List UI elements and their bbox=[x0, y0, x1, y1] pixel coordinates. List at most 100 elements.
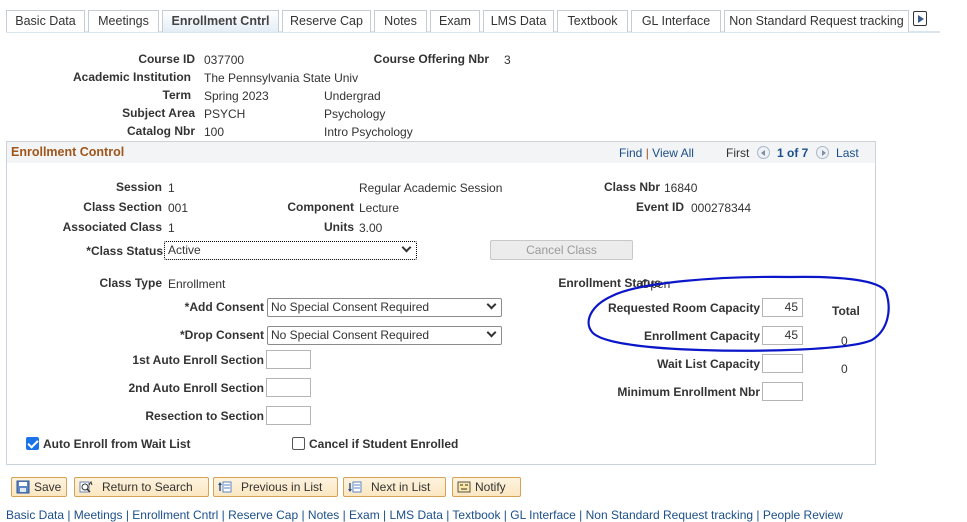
enrollment-status-value: Open bbox=[641, 277, 671, 291]
cancel-if-enrolled-label: Cancel if Student Enrolled bbox=[309, 437, 459, 451]
tab-gl-interface[interactable]: GL Interface bbox=[631, 10, 721, 32]
auto-enroll-2-input[interactable] bbox=[266, 378, 311, 397]
row-position: 1 of 7 bbox=[777, 146, 809, 160]
event-id-label: Event ID bbox=[635, 200, 684, 214]
previous-in-list-button[interactable]: Previous in List bbox=[213, 477, 338, 497]
previous-row-icon[interactable] bbox=[756, 146, 770, 159]
class-status-select[interactable]: Active bbox=[164, 241, 417, 260]
section-title: Enrollment Control bbox=[11, 145, 125, 159]
institution-value: The Pennsylvania State Univ bbox=[204, 71, 359, 85]
checkbox-unchecked-icon[interactable] bbox=[292, 437, 305, 450]
catalog-desc: Intro Psychology bbox=[324, 125, 413, 139]
chevron-down-icon bbox=[486, 327, 497, 338]
return-to-search-button[interactable]: Return to Search bbox=[74, 477, 209, 497]
wait-list-total: 0 bbox=[841, 362, 848, 376]
component-value: Lecture bbox=[359, 201, 400, 215]
class-type-label: Class Type bbox=[99, 276, 162, 290]
class-type-value: Enrollment bbox=[168, 277, 226, 291]
tab-bar: Basic Data Meetings Enrollment Cntrl Res… bbox=[6, 10, 940, 33]
auto-enroll-wait-list-checkbox[interactable]: Auto Enroll from Wait List bbox=[26, 437, 191, 451]
tab-enrollment-cntrl[interactable]: Enrollment Cntrl bbox=[162, 10, 279, 32]
tab-scroll-right-icon[interactable] bbox=[913, 11, 927, 26]
auto-enroll-wait-list-label: Auto Enroll from Wait List bbox=[43, 437, 191, 451]
tab-textbook[interactable]: Textbook bbox=[557, 10, 628, 32]
total-label: Total bbox=[832, 304, 860, 318]
career-value: Undergrad bbox=[324, 89, 381, 103]
event-id-value: 000278344 bbox=[691, 201, 752, 215]
cancel-class-button[interactable]: Cancel Class bbox=[490, 240, 633, 260]
subject-area-value: PSYCH bbox=[204, 107, 246, 121]
class-section-label: Class Section bbox=[83, 200, 162, 214]
course-id-label: Course ID bbox=[138, 52, 195, 66]
enrollment-capacity-input[interactable]: 45 bbox=[762, 326, 803, 345]
notify-label: Notify bbox=[475, 480, 506, 494]
enrollment-capacity-label: Enrollment Capacity bbox=[643, 329, 760, 343]
auto-enroll-1-label: 1st Auto Enroll Section bbox=[132, 353, 264, 367]
previous-in-list-icon bbox=[218, 481, 232, 493]
cancel-if-enrolled-checkbox[interactable]: Cancel if Student Enrolled bbox=[292, 437, 458, 451]
tab-meetings[interactable]: Meetings bbox=[88, 10, 159, 32]
next-in-list-button[interactable]: Next in List bbox=[343, 477, 446, 497]
resection-input[interactable] bbox=[266, 406, 311, 425]
minimum-enrollment-input[interactable] bbox=[762, 382, 803, 401]
auto-enroll-2-label: 2nd Auto Enroll Section bbox=[128, 381, 264, 395]
tab-lms-data[interactable]: LMS Data bbox=[483, 10, 554, 32]
class-status-label: *Class Status bbox=[86, 244, 163, 258]
checkbox-checked-icon[interactable] bbox=[26, 437, 39, 450]
resection-label: Resection to Section bbox=[145, 409, 264, 423]
view-all-link[interactable]: View All bbox=[652, 146, 694, 160]
catalog-nbr-value: 100 bbox=[204, 125, 225, 139]
wait-list-capacity-input[interactable] bbox=[762, 354, 803, 373]
next-row-icon[interactable] bbox=[815, 146, 829, 159]
next-in-list-label: Next in List bbox=[371, 480, 431, 494]
previous-in-list-label: Previous in List bbox=[241, 480, 323, 494]
drop-consent-select[interactable]: No Special Consent Required bbox=[267, 326, 502, 345]
save-button[interactable]: Save bbox=[11, 477, 67, 497]
next-in-list-icon bbox=[348, 481, 362, 493]
class-nbr-label: Class Nbr bbox=[603, 180, 660, 194]
minimum-enrollment-label: Minimum Enrollment Nbr bbox=[617, 385, 760, 399]
drop-consent-value: No Special Consent Required bbox=[271, 328, 430, 342]
class-nbr-value: 16840 bbox=[664, 181, 698, 195]
tab-exam[interactable]: Exam bbox=[430, 10, 480, 32]
chevron-down-icon bbox=[486, 299, 497, 310]
first-label: First bbox=[726, 146, 750, 160]
associated-class-value: 1 bbox=[168, 221, 175, 235]
notify-icon bbox=[457, 481, 471, 493]
enrollment-total: 0 bbox=[841, 334, 848, 348]
add-consent-value: No Special Consent Required bbox=[271, 300, 430, 314]
tab-notes[interactable]: Notes bbox=[374, 10, 427, 32]
term-label: Term bbox=[162, 88, 191, 102]
last-link[interactable]: Last bbox=[836, 146, 859, 160]
add-consent-label: *Add Consent bbox=[184, 300, 264, 314]
save-icon bbox=[16, 480, 30, 494]
find-link[interactable]: Find bbox=[619, 146, 642, 160]
class-section-value: 001 bbox=[168, 201, 189, 215]
course-id-value: 037700 bbox=[204, 53, 245, 67]
separator: | bbox=[645, 146, 649, 160]
session-value: 1 bbox=[168, 181, 175, 195]
session-desc: Regular Academic Session bbox=[359, 181, 503, 195]
save-label: Save bbox=[34, 480, 62, 494]
class-status-value: Active bbox=[168, 243, 201, 257]
notify-button[interactable]: Notify bbox=[452, 477, 521, 497]
tab-reserve-cap[interactable]: Reserve Cap bbox=[282, 10, 371, 32]
subject-area-label: Subject Area bbox=[122, 106, 195, 120]
course-offering-value: 3 bbox=[504, 53, 511, 67]
footer-page-links[interactable]: Basic Data | Meetings | Enrollment Cntrl… bbox=[6, 508, 843, 522]
drop-consent-label: *Drop Consent bbox=[180, 328, 264, 342]
enrollment-control-header: Enrollment Control Find | View All First… bbox=[7, 142, 875, 163]
tab-basic-data[interactable]: Basic Data bbox=[6, 10, 85, 32]
add-consent-select[interactable]: No Special Consent Required bbox=[267, 298, 502, 317]
wait-list-capacity-label: Wait List Capacity bbox=[657, 357, 760, 371]
chevron-down-icon bbox=[401, 242, 412, 253]
term-value: Spring 2023 bbox=[204, 89, 269, 103]
institution-label: Academic Institution bbox=[72, 70, 191, 84]
requested-room-capacity-input[interactable]: 45 bbox=[762, 298, 803, 317]
return-to-search-icon bbox=[79, 480, 93, 493]
component-label: Component bbox=[287, 200, 354, 214]
tab-non-standard-request[interactable]: Non Standard Request tracking bbox=[724, 10, 909, 32]
auto-enroll-1-input[interactable] bbox=[266, 350, 311, 369]
units-label: Units bbox=[324, 220, 354, 234]
catalog-nbr-label: Catalog Nbr bbox=[126, 124, 195, 138]
